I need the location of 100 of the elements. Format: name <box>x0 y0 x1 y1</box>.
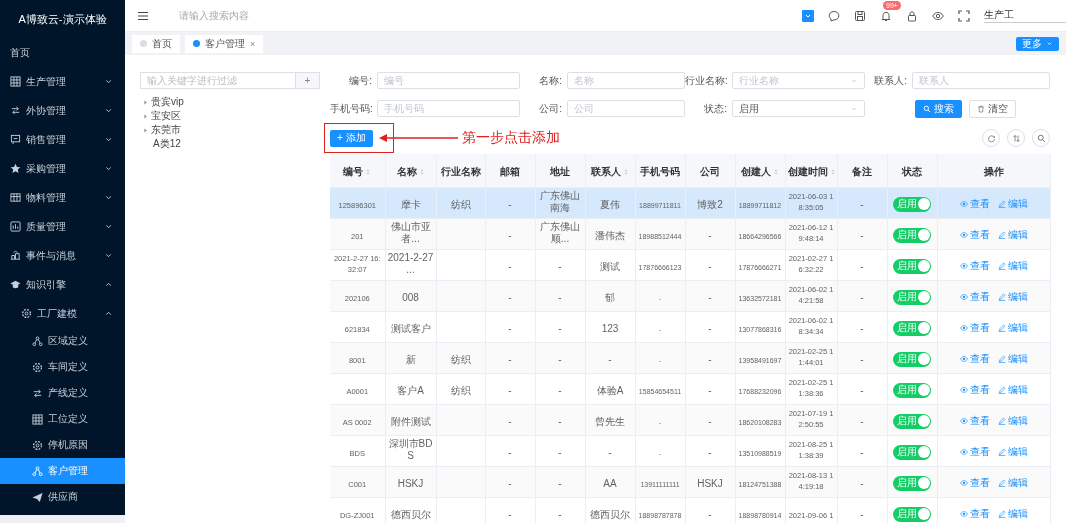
view-link[interactable]: 查看 <box>959 258 990 273</box>
toggle-switch[interactable]: 启用 <box>893 382 931 398</box>
sidebar-item[interactable]: 知识引擎 <box>0 270 125 299</box>
view-link[interactable]: 查看 <box>959 475 990 490</box>
dot-icon <box>140 40 147 47</box>
toggle-switch[interactable]: 启用 <box>893 351 931 367</box>
sidebar-item[interactable]: 生产管理 <box>0 67 125 96</box>
edit-link[interactable]: 编辑 <box>997 227 1028 242</box>
column-header: 编号 <box>343 165 364 180</box>
tree-item[interactable]: 宝安区 <box>142 109 320 123</box>
table-cell: 深圳市BDS <box>387 438 434 462</box>
field-label: 编号: <box>348 73 373 88</box>
edit-link[interactable]: 编辑 <box>997 413 1028 428</box>
edit-link[interactable]: 编辑 <box>997 444 1028 459</box>
more-button[interactable]: 更多 <box>1016 36 1059 51</box>
toggle-switch[interactable]: 启用 <box>893 506 931 522</box>
annotation-text: 第一步点击添加 <box>461 129 560 147</box>
toggle-switch[interactable]: 启用 <box>893 227 931 243</box>
search-button[interactable] <box>1032 129 1050 147</box>
sidebar-item[interactable]: 质量管理 <box>0 212 125 241</box>
sidebar-item[interactable]: 事件与消息 <box>0 241 125 270</box>
edit-link[interactable]: 编辑 <box>997 382 1028 397</box>
view-link[interactable]: 查看 <box>959 196 990 211</box>
view-link[interactable]: 查看 <box>959 227 990 242</box>
sidebar-item[interactable]: 车间定义 <box>0 354 125 380</box>
edit-link[interactable]: 编辑 <box>997 475 1028 490</box>
column-header: 备注 <box>852 165 872 180</box>
tree-item[interactable]: 贵宾vip <box>142 95 320 109</box>
table-cell-text: 佛山市亚者... <box>389 221 432 245</box>
cap-icon <box>10 279 21 290</box>
toggle-switch[interactable]: 启用 <box>893 475 931 491</box>
pen-icon <box>997 447 1006 456</box>
sidebar-item[interactable]: 工位定义 <box>0 406 125 432</box>
table-cell: - <box>860 477 864 490</box>
select-field[interactable]: 启用 <box>732 100 865 117</box>
gear-icon <box>21 308 32 319</box>
toggle-switch[interactable]: 启用 <box>893 258 931 274</box>
view-link[interactable]: 查看 <box>959 320 990 335</box>
view-link[interactable]: 查看 <box>959 413 990 428</box>
tree-item[interactable]: 东莞市 <box>142 123 320 137</box>
sidebar-item[interactable]: 停机原因 <box>0 432 125 458</box>
scrollbar[interactable] <box>0 515 125 523</box>
column-header: 创建人 <box>741 165 771 180</box>
tab[interactable]: 首页 <box>132 34 180 53</box>
add-button[interactable]: + 添加 <box>330 129 373 147</box>
sidebar-item[interactable]: 外协管理 <box>0 96 125 125</box>
columns-button[interactable] <box>1007 129 1025 147</box>
add-button[interactable]: + <box>295 72 320 89</box>
view-link[interactable]: 查看 <box>959 289 990 304</box>
arrows-icon <box>10 105 21 116</box>
view-link[interactable]: 查看 <box>959 444 990 459</box>
table-cell: 博致2 <box>697 198 723 211</box>
toggle-switch[interactable]: 启用 <box>893 413 931 429</box>
sidebar-item[interactable]: 首页 <box>0 38 125 67</box>
toggle-switch[interactable]: 启用 <box>893 289 931 305</box>
sidebar-item[interactable]: 采购管理 <box>0 154 125 183</box>
refresh-button[interactable] <box>982 129 1000 147</box>
table-cell: 新 <box>405 353 416 366</box>
sidebar-item[interactable]: 区域定义 <box>0 328 125 354</box>
close-button[interactable]: × <box>250 38 256 49</box>
tab[interactable]: 客户管理 × <box>185 34 264 53</box>
pen-icon <box>997 323 1006 332</box>
select-field[interactable]: 行业名称 <box>732 72 865 89</box>
view-link[interactable]: 查看 <box>959 506 990 521</box>
table-cell: - <box>508 477 512 490</box>
user-name[interactable]: 生产工 <box>984 8 1066 23</box>
column-header: 联系人 <box>591 165 621 180</box>
search-button[interactable]: 搜索 <box>915 100 962 118</box>
toggle-switch[interactable]: 启用 <box>893 444 931 460</box>
view-link[interactable]: 查看 <box>959 382 990 397</box>
edit-link[interactable]: 编辑 <box>997 506 1028 521</box>
edit-link[interactable]: 编辑 <box>997 320 1028 335</box>
table-cell: 夏伟 <box>600 198 620 211</box>
edit-link[interactable]: 编辑 <box>997 351 1028 366</box>
toggle-switch[interactable]: 启用 <box>893 320 931 336</box>
trash-icon <box>977 105 985 113</box>
edit-link[interactable]: 编辑 <box>997 289 1028 304</box>
edit-link[interactable]: 编辑 <box>997 196 1028 211</box>
table-cell: 测试客户 <box>390 322 431 335</box>
clear-button[interactable]: 清空 <box>969 100 1016 118</box>
sidebar-item[interactable]: 销售管理 <box>0 125 125 154</box>
table-cell: 纺织 <box>450 384 471 397</box>
dropdown-button[interactable] <box>802 9 814 22</box>
input-field[interactable]: 名称 <box>567 72 685 89</box>
table-cell: - <box>558 322 562 335</box>
table-cell: 曾先生 <box>595 415 625 428</box>
toggle-switch[interactable]: 启用 <box>893 196 931 212</box>
table-cell: - <box>558 415 562 428</box>
view-link[interactable]: 查看 <box>959 351 990 366</box>
sidebar-item[interactable]: 工厂建模 <box>0 299 125 328</box>
edit-link[interactable]: 编辑 <box>997 258 1028 273</box>
sidebar-item[interactable]: 物料管理 <box>0 183 125 212</box>
sidebar-item[interactable]: 客户管理 <box>0 458 125 484</box>
table-cell: - <box>558 260 562 273</box>
sidebar-item[interactable]: 产线定义 <box>0 380 125 406</box>
tree-item[interactable]: A类12 <box>142 137 320 151</box>
table-cell: 摩卡 <box>400 198 421 211</box>
table-cell: - <box>860 415 864 428</box>
sidebar-item[interactable]: 供应商 <box>0 484 125 510</box>
table-cell: 附件测试 <box>390 415 431 428</box>
